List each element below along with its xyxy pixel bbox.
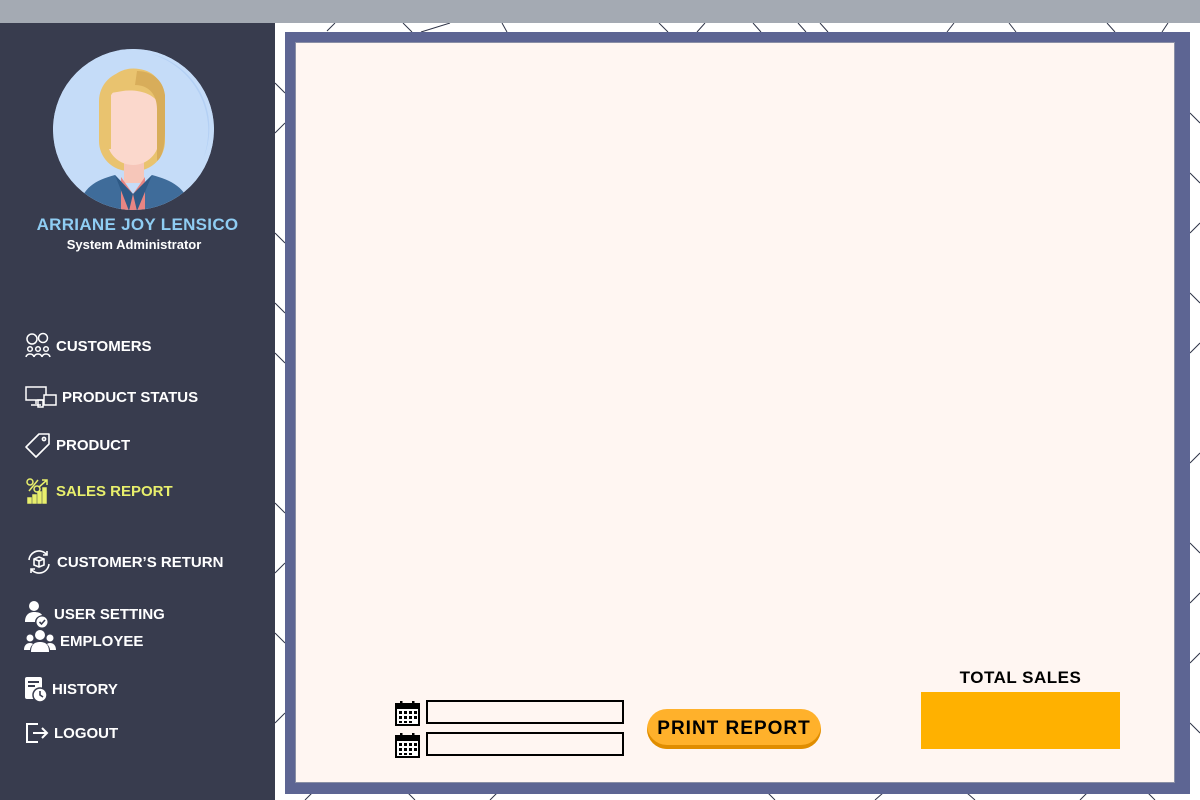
devices-icon (24, 384, 58, 410)
nav-item-customers-return[interactable]: CUSTOMER’S RETURN (25, 548, 223, 576)
nav-label-product: PRODUCT (56, 436, 131, 454)
user-role: System Administrator (66, 237, 202, 252)
total-sales-label: TOTAL SALES (959, 668, 1082, 687)
nav-label-customers-return: CUSTOMER’S RETURN (57, 553, 224, 571)
calendar-icon[interactable] (395, 733, 420, 763)
nav-item-product-status[interactable]: PRODUCT STATUS (24, 383, 198, 411)
nav-label-user-setting: USER SETTING (54, 605, 165, 623)
nav-label-customers: CUSTOMERS (56, 337, 152, 355)
nav-label-sales-report: SALES REPORT (56, 482, 173, 500)
sales-chart-icon (24, 477, 52, 505)
nav-label-history: HISTORY (52, 680, 118, 698)
nav-item-customers[interactable]: CUSTOMERS (24, 332, 152, 360)
total-sales-value (921, 692, 1120, 749)
nav-label-product-status: PRODUCT STATUS (62, 388, 199, 406)
tag-icon (24, 431, 52, 459)
logout-icon (24, 719, 50, 747)
nav-item-sales-report[interactable]: SALES REPORT (24, 477, 173, 505)
history-icon (24, 675, 48, 703)
nav-label-employee: EMPLOYEE (60, 632, 144, 650)
nav-item-product[interactable]: PRODUCT (24, 431, 130, 459)
print-report-button[interactable]: PRINT REPORT (647, 709, 821, 749)
calendar-icon[interactable] (395, 701, 420, 731)
nav-item-employee[interactable]: EMPLOYEE (24, 627, 143, 655)
nav-item-user-setting[interactable]: USER SETTING (24, 600, 165, 628)
nav-item-logout[interactable]: LOGOUT (24, 719, 118, 747)
user-check-icon (24, 600, 50, 628)
window-top-bar (0, 0, 1200, 23)
date-to-field[interactable] (426, 732, 624, 756)
date-from-field[interactable] (426, 700, 624, 724)
nav-label-logout: LOGOUT (54, 724, 119, 742)
return-box-icon (25, 548, 53, 576)
nav-item-history[interactable]: HISTORY (24, 675, 118, 703)
customers-icon (24, 332, 52, 360)
user-name: ARRIANE JOY LENSICO (36, 215, 239, 234)
user-avatar (53, 49, 214, 210)
group-icon (24, 627, 56, 655)
sidebar: ARRIANE JOY LENSICO System Administrator… (0, 23, 275, 800)
